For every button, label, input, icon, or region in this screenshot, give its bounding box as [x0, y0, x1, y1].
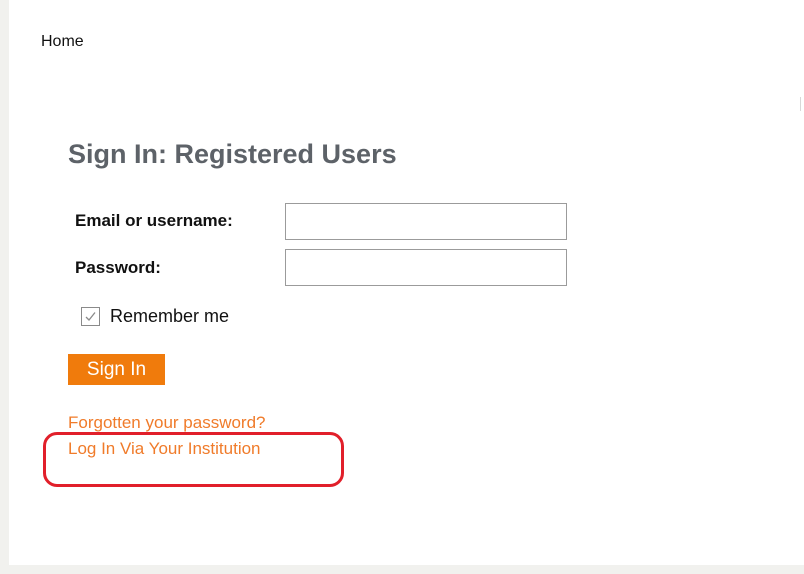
remember-me-label: Remember me: [110, 305, 230, 326]
remember-me-row: Remember me: [81, 305, 229, 327]
checkmark-icon: [85, 311, 96, 321]
password-label: Password:: [75, 258, 161, 277]
remember-me-checkbox[interactable]: [81, 306, 100, 326]
right-divider-mark: [800, 97, 801, 111]
home-link[interactable]: Home: [41, 33, 84, 51]
sign-in-button[interactable]: Sign In: [68, 354, 165, 385]
forgot-password-link[interactable]: Forgotten your password?: [68, 413, 266, 433]
bottom-frame-border: [0, 565, 804, 574]
email-field[interactable]: [285, 203, 567, 240]
institution-login-link[interactable]: Log In Via Your Institution: [68, 439, 261, 459]
page: Home Sign In: Registered Users Email or …: [0, 0, 804, 574]
email-label: Email or username:: [75, 211, 233, 230]
page-title: Sign In: Registered Users: [68, 139, 397, 169]
left-frame-border: [0, 0, 9, 574]
password-field[interactable]: [285, 249, 567, 286]
